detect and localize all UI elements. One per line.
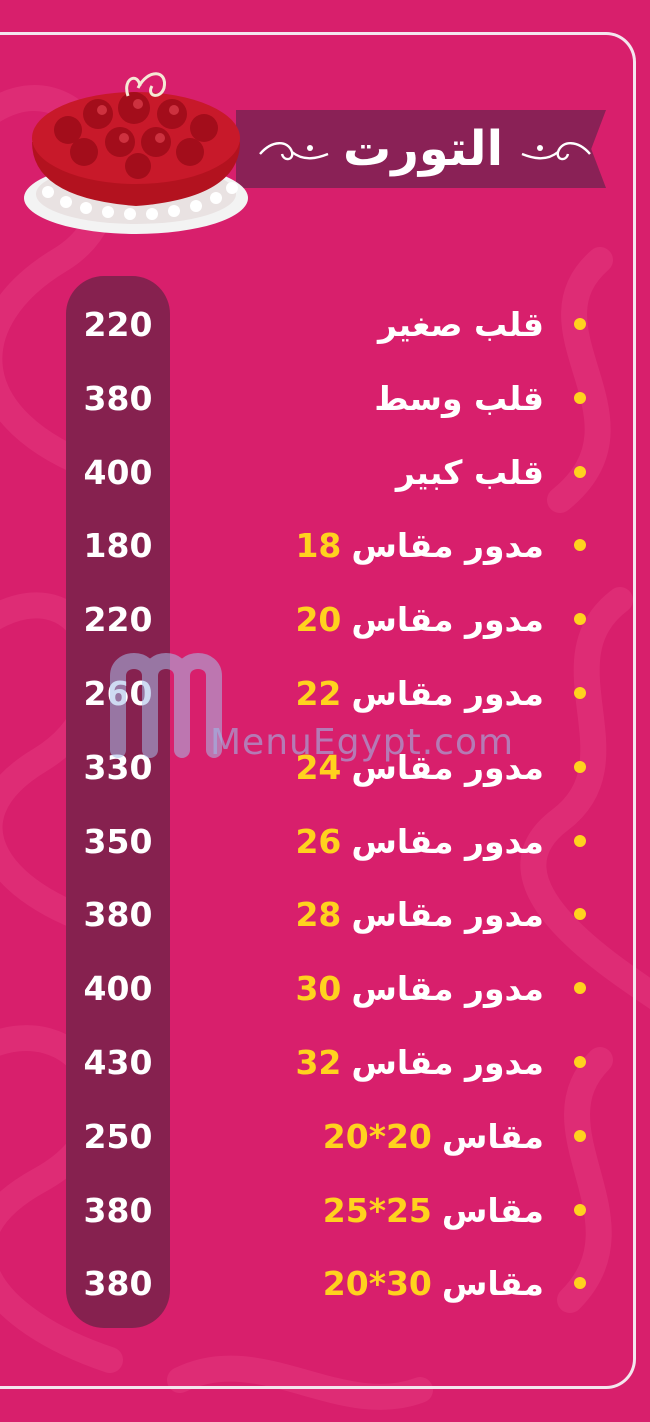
menu-item: 400 قلب كبير: [66, 442, 606, 502]
item-size: 32: [295, 1042, 342, 1082]
item-price: 380: [83, 1190, 153, 1230]
item-name-label: قلب صغير: [377, 304, 544, 344]
bullet-dot-icon: [574, 835, 586, 847]
menu-item: 400 مدور مقاس 30: [66, 958, 606, 1018]
price-column-background: [66, 276, 170, 1328]
bullet-dot-icon: [574, 539, 586, 551]
item-name: مدور مقاس 32: [295, 1032, 544, 1092]
menu-item: 380 مقاس 25*25: [66, 1180, 606, 1240]
item-size: 30: [295, 968, 342, 1008]
menu-item: 430 مدور مقاس 32: [66, 1032, 606, 1092]
bullet-dot-icon: [574, 613, 586, 625]
item-size: 18: [295, 525, 342, 565]
item-name-label: مقاس: [441, 1116, 544, 1156]
watermark-text: MenuEgypt.com: [210, 722, 515, 763]
item-price: 350: [83, 821, 153, 861]
item-name-label: مدور مقاس: [351, 894, 544, 934]
menu-item: 220 مدور مقاس 20: [66, 589, 606, 649]
bullet-dot-icon: [574, 392, 586, 404]
menu-item: 250 مقاس 20*20: [66, 1106, 606, 1166]
bullet-dot-icon: [574, 982, 586, 994]
item-price: 380: [83, 378, 153, 418]
bullet-dot-icon: [574, 908, 586, 920]
bullet-dot-icon: [574, 1277, 586, 1289]
item-price: 430: [83, 1042, 153, 1082]
item-price: 400: [83, 452, 153, 492]
item-price: 250: [83, 1116, 153, 1156]
bullet-dot-icon: [574, 687, 586, 699]
item-name: مقاس 20*30: [323, 1253, 544, 1313]
item-name-label: مدور مقاس: [351, 821, 544, 861]
item-size: 28: [295, 894, 342, 934]
item-price: 220: [83, 304, 153, 344]
item-name: قلب كبير: [396, 442, 544, 502]
bullet-dot-icon: [574, 761, 586, 773]
menu-item: 380 قلب وسط: [66, 368, 606, 428]
item-name: قلب صغير: [378, 294, 544, 354]
item-price: 220: [83, 599, 153, 639]
bullet-dot-icon: [574, 466, 586, 478]
menu-item: 220 قلب صغير: [66, 294, 606, 354]
item-name: قلب وسط: [374, 368, 544, 428]
menu-item: 180 مدور مقاس 18: [66, 515, 606, 575]
bullet-dot-icon: [574, 1056, 586, 1068]
item-name: مدور مقاس 20: [295, 589, 544, 649]
menu-item: 350 مدور مقاس 26: [66, 811, 606, 871]
item-name-label: مقاس: [441, 1190, 544, 1230]
item-name-label: مدور مقاس: [351, 599, 544, 639]
menu-item: 380 مقاس 20*30: [66, 1253, 606, 1313]
item-price: 400: [83, 968, 153, 1008]
item-name-label: مدور مقاس: [351, 525, 544, 565]
item-name-label: قلب كبير: [395, 452, 544, 492]
item-name: مدور مقاس 28: [295, 884, 544, 944]
item-size: 20*30: [322, 1263, 432, 1303]
flourish-ornament-right: [521, 142, 591, 161]
item-name: مدور مقاس 18: [295, 515, 544, 575]
item-size: 26: [295, 821, 342, 861]
menu-item: 380 مدور مقاس 28: [66, 884, 606, 944]
item-name-label: مقاس: [441, 1263, 544, 1303]
item-name: مدور مقاس 26: [295, 811, 544, 871]
item-name-label: قلب وسط: [374, 378, 544, 418]
bullet-dot-icon: [574, 318, 586, 330]
item-name: مقاس 25*25: [323, 1180, 544, 1240]
item-size: 20*20: [322, 1116, 432, 1156]
item-price: 380: [83, 894, 153, 934]
bullet-dot-icon: [574, 1204, 586, 1216]
item-size: 25*25: [322, 1190, 432, 1230]
item-name: مقاس 20*20: [323, 1106, 544, 1166]
item-price: 180: [83, 525, 153, 565]
item-price: 380: [83, 1263, 153, 1303]
item-size: 20: [295, 599, 342, 639]
item-name: مدور مقاس 30: [295, 958, 544, 1018]
item-name-label: مدور مقاس: [351, 1042, 544, 1082]
bullet-dot-icon: [574, 1130, 586, 1142]
strawberry-cake-image: [24, 72, 248, 234]
item-name-label: مدور مقاس: [351, 968, 544, 1008]
